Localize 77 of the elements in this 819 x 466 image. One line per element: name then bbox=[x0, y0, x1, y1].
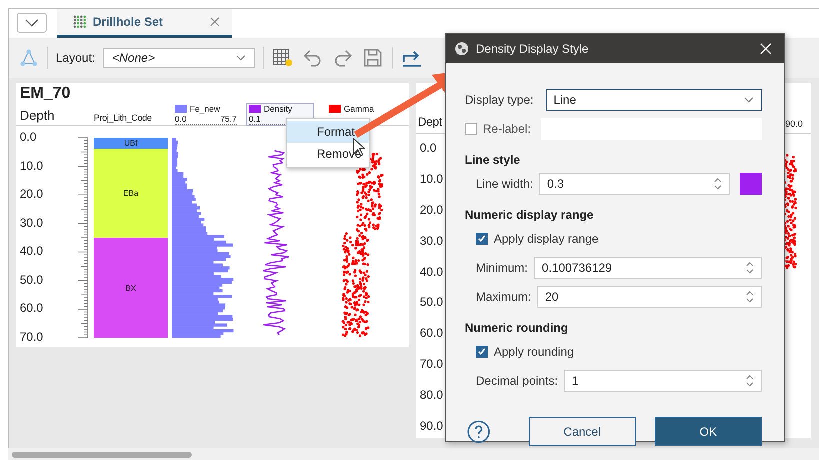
field-label: Re-label: bbox=[483, 122, 532, 136]
spin-arrows-icon[interactable] bbox=[746, 260, 754, 274]
checkbox-label: Apply display range bbox=[494, 232, 599, 246]
spin-arrows-icon[interactable] bbox=[746, 290, 754, 304]
table-bulb-icon[interactable] bbox=[272, 47, 294, 69]
tab-label: Drillhole Set bbox=[93, 15, 164, 29]
field-label: Minimum: bbox=[476, 260, 528, 274]
section-heading: Line style bbox=[465, 152, 522, 169]
range-min: 0.1 bbox=[249, 114, 261, 124]
range-max: 75.7 bbox=[220, 114, 237, 124]
depth-label: 60.0 bbox=[420, 327, 444, 340]
scrollbar-thumb[interactable] bbox=[12, 452, 192, 458]
grid-dots-icon bbox=[73, 15, 87, 29]
color-swatch[interactable] bbox=[740, 172, 762, 194]
spin-arrows-icon[interactable] bbox=[746, 374, 754, 388]
field-label: Decimal points: bbox=[476, 374, 558, 388]
menu-item[interactable]: Format bbox=[287, 121, 369, 143]
layout-label: Layout: bbox=[56, 51, 96, 65]
app-logo-icon bbox=[455, 42, 469, 56]
checkbox-label: Apply rounding bbox=[494, 344, 574, 358]
depth-label: 20.0 bbox=[420, 204, 444, 216]
lithology-interval: UBf bbox=[94, 138, 168, 150]
depth-label: 90.0 bbox=[420, 420, 444, 432]
range-min: 0.0 bbox=[175, 114, 187, 124]
spin-arrows-icon[interactable] bbox=[714, 176, 722, 190]
depth-label: 40.0 bbox=[20, 245, 44, 258]
track-name: Density bbox=[264, 104, 292, 114]
depth-label: 20.0 bbox=[20, 188, 44, 200]
dropdown-button[interactable] bbox=[17, 13, 47, 33]
section-heading: Numeric display range bbox=[465, 207, 595, 224]
cancel-button[interactable]: Cancel bbox=[528, 417, 636, 446]
field-label: Display type: bbox=[465, 92, 534, 106]
range-max: 90.0 bbox=[785, 119, 803, 131]
field-label: Maximum: bbox=[476, 290, 532, 304]
panel-title: EM_70 bbox=[19, 84, 72, 103]
depth-label: 10.0 bbox=[420, 172, 444, 185]
depth-label: 70.0 bbox=[420, 358, 444, 370]
column-heading: Proj_Lith_Code bbox=[94, 113, 153, 125]
depth-label: 50.0 bbox=[420, 296, 444, 308]
depth-label: 80.0 bbox=[420, 389, 444, 401]
number-spinbox[interactable]: 0.100736129 bbox=[534, 256, 762, 278]
network-nodes-icon[interactable] bbox=[19, 48, 39, 68]
field-label: Line width: bbox=[476, 176, 534, 190]
save-icon[interactable] bbox=[362, 47, 384, 69]
depth-label: 70.0 bbox=[20, 330, 44, 343]
depth-label: 30.0 bbox=[20, 216, 44, 229]
section-heading: Numeric rounding bbox=[465, 320, 570, 337]
depth-label: 60.0 bbox=[20, 302, 44, 314]
track-legend[interactable]: Fe_new 0.0 75.7 bbox=[172, 103, 240, 126]
depth-label: 10.0 bbox=[20, 160, 44, 172]
depth-label: 50.0 bbox=[20, 274, 44, 286]
track-legend[interactable]: Gamma bbox=[326, 103, 378, 115]
ok-button[interactable]: OK bbox=[654, 417, 762, 446]
number-spinbox[interactable]: 1 bbox=[564, 370, 762, 392]
number-spinbox[interactable]: 0.3 bbox=[539, 172, 730, 194]
chevron-down-icon bbox=[25, 19, 39, 27]
checkbox[interactable] bbox=[465, 122, 477, 134]
depth-heading: Depth bbox=[19, 108, 56, 125]
chevron-down-icon bbox=[744, 96, 754, 102]
track-name: Gamma bbox=[344, 104, 374, 114]
depth-label: 40.0 bbox=[420, 266, 444, 278]
checkbox[interactable] bbox=[476, 346, 488, 358]
checkbox[interactable] bbox=[476, 232, 488, 244]
depth-label: 30.0 bbox=[420, 234, 444, 247]
dialog-title: Density Display Style bbox=[476, 42, 590, 56]
depth-label: 0.0 bbox=[420, 142, 438, 154]
document-tab[interactable]: Drillhole Set bbox=[57, 9, 232, 38]
number-spinbox[interactable]: 20 bbox=[537, 286, 762, 308]
track-name: Fe_new bbox=[190, 104, 220, 114]
chevron-down-icon bbox=[236, 55, 246, 61]
display-type-dropdown[interactable]: Line bbox=[546, 88, 762, 110]
layout-dropdown[interactable]: <None> bbox=[103, 48, 256, 68]
lithology-interval: EBa bbox=[94, 149, 168, 238]
depth-label: 0.0 bbox=[20, 131, 38, 143]
depth-heading: Dept bbox=[417, 115, 442, 131]
lithology-interval: BX bbox=[94, 238, 168, 338]
help-icon[interactable] bbox=[467, 420, 491, 444]
